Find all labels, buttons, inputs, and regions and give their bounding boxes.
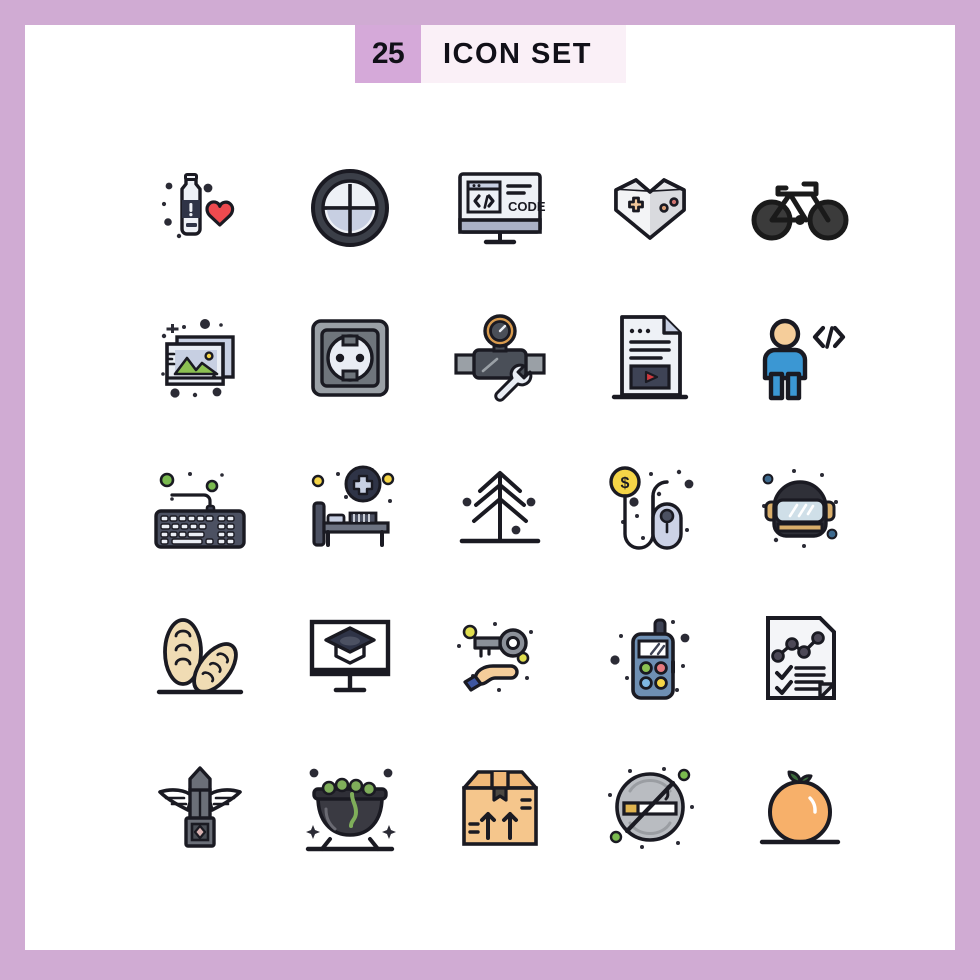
icon-cell-orange-fruit[interactable] [725, 733, 875, 883]
icon-cell-online-education[interactable] [275, 583, 425, 733]
pine-tree-icon [459, 471, 541, 544]
pipe-valve-wrench-icon [454, 314, 546, 402]
icon-cell-walkie-talkie[interactable] [575, 583, 725, 733]
report-chart-icon [766, 616, 836, 700]
code-monitor-text: CODE [508, 199, 546, 214]
icon-cell-bicycle[interactable] [725, 133, 875, 283]
icon-set-panel: 25 ICON SET CODE $ [25, 25, 955, 950]
icon-cell-developer-person[interactable] [725, 283, 875, 433]
icon-cell-power-socket[interactable] [275, 283, 425, 433]
icon-cell-shipping-box[interactable] [425, 733, 575, 883]
icon-cell-no-smoking[interactable] [575, 733, 725, 883]
header: 25 ICON SET [355, 25, 626, 83]
icon-cell-mouse-money[interactable]: $ [575, 433, 725, 583]
icon-cell-hand-key[interactable] [425, 583, 575, 733]
code-monitor-icon: CODE [458, 172, 546, 245]
astronaut-helmet-icon [762, 469, 838, 548]
photo-gallery-icon [161, 319, 235, 398]
cauldron-potion-icon [305, 768, 396, 852]
icon-cell-bread-loaves[interactable] [125, 583, 275, 733]
icon-cell-gamepad-heart[interactable] [575, 133, 725, 283]
bicycle-icon [751, 181, 849, 241]
icon-cell-keyboard[interactable] [125, 433, 275, 583]
icon-cell-astronaut-helmet[interactable] [725, 433, 875, 583]
icon-cell-report-chart[interactable] [725, 583, 875, 733]
svg-text:$: $ [621, 475, 630, 492]
icon-cell-water-bottle-heart[interactable] [125, 133, 275, 283]
power-socket-icon [311, 319, 389, 397]
icon-cell-pine-tree[interactable] [425, 433, 575, 583]
icon-cell-pipe-valve-wrench[interactable] [425, 283, 575, 433]
hand-key-icon [457, 622, 533, 692]
icon-grid: CODE $ [125, 133, 875, 883]
icon-cell-video-document[interactable] [575, 283, 725, 433]
icon-cell-winged-monument[interactable] [125, 733, 275, 883]
developer-person-icon [762, 318, 846, 401]
hospital-bed-icon [311, 465, 395, 547]
crosshair-target-icon [311, 169, 389, 247]
icon-cell-code-monitor[interactable]: CODE [425, 133, 575, 283]
icon-cell-hospital-bed[interactable] [275, 433, 425, 583]
page-title: ICON SET [421, 25, 626, 83]
shipping-box-icon [462, 770, 538, 846]
no-smoking-icon [608, 767, 694, 849]
icon-cell-crosshair-target[interactable] [275, 133, 425, 283]
icon-cell-cauldron-potion[interactable] [275, 733, 425, 883]
gamepad-heart-icon [614, 178, 686, 240]
video-document-icon [611, 315, 689, 400]
mouse-money-icon: $ [609, 466, 694, 550]
icon-cell-photo-gallery[interactable] [125, 283, 275, 433]
winged-monument-icon [158, 766, 242, 848]
orange-fruit-icon [759, 770, 841, 845]
icon-count-badge: 25 [355, 25, 421, 83]
online-education-icon [309, 619, 391, 693]
water-bottle-heart-icon [161, 173, 235, 239]
bread-loaves-icon [156, 618, 244, 695]
walkie-talkie-icon [610, 618, 690, 700]
keyboard-icon [154, 472, 246, 549]
